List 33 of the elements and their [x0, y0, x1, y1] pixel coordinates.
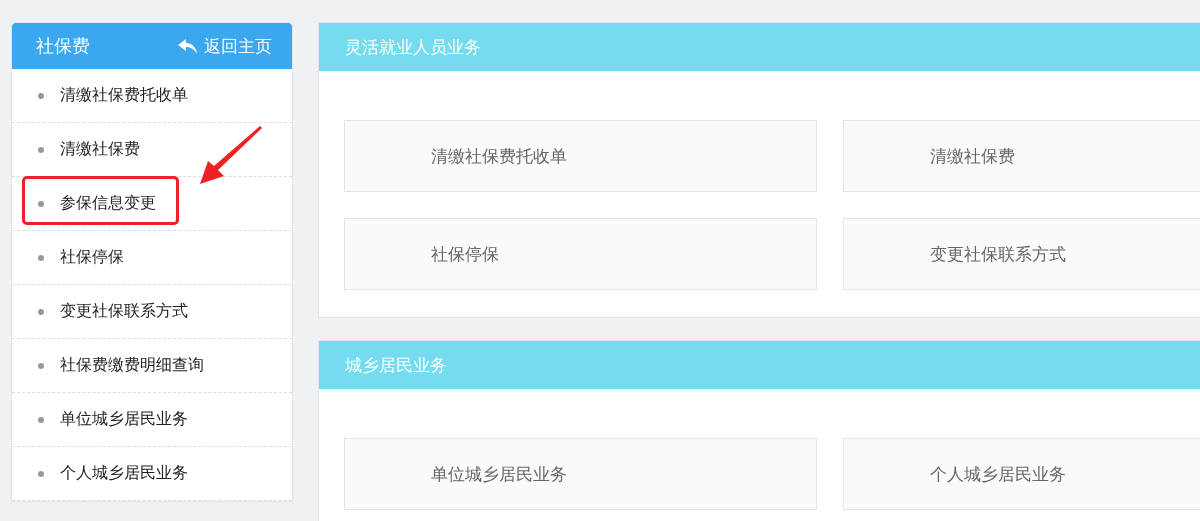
sidebar-item-label: 清缴社保费 — [60, 139, 140, 160]
sidebar-item[interactable]: 社保费缴费明细查询 — [12, 339, 292, 393]
bullet-icon — [38, 146, 44, 153]
bullet-icon — [38, 254, 44, 261]
bullet-icon — [38, 470, 44, 477]
sidebar-item[interactable]: 社保停保 — [12, 231, 292, 285]
sidebar-item-label: 社保停保 — [60, 247, 124, 268]
sidebar-item[interactable]: 单位城乡居民业务 — [12, 393, 292, 447]
sidebar-item-label: 清缴社保费托收单 — [60, 85, 188, 106]
sidebar-item-label: 单位城乡居民业务 — [60, 409, 188, 430]
bullet-icon — [38, 92, 44, 99]
sidebar-item[interactable]: 变更社保联系方式 — [12, 285, 292, 339]
bullet-icon — [38, 416, 44, 423]
sidebar-item[interactable]: 个人城乡居民业务 — [12, 447, 292, 501]
bullet-icon — [38, 362, 44, 369]
service-card[interactable]: 社保停保 — [344, 218, 817, 290]
bullet-icon — [38, 200, 44, 207]
section-title: 灵活就业人员业务 — [319, 23, 1200, 71]
sidebar-item[interactable]: 清缴社保费托收单 — [12, 69, 292, 123]
sidebar-item-label: 变更社保联系方式 — [60, 301, 188, 322]
section-title: 城乡居民业务 — [319, 341, 1200, 389]
service-card[interactable]: 个人城乡居民业务 — [843, 438, 1200, 510]
sidebar-item-label: 参保信息变更 — [60, 193, 156, 214]
sidebar-item-label: 个人城乡居民业务 — [60, 463, 188, 484]
service-card[interactable]: 变更社保联系方式 — [843, 218, 1200, 290]
sidebar-title: 社保费 — [36, 34, 90, 58]
sidebar-item[interactable]: 参保信息变更 — [12, 177, 292, 231]
bullet-icon — [38, 308, 44, 315]
reply-icon — [178, 38, 198, 54]
service-card[interactable]: 清缴社保费托收单 — [344, 120, 817, 192]
service-card[interactable]: 单位城乡居民业务 — [344, 438, 817, 510]
service-card[interactable]: 清缴社保费 — [843, 120, 1200, 192]
sidebar-item-label: 社保费缴费明细查询 — [60, 355, 204, 376]
